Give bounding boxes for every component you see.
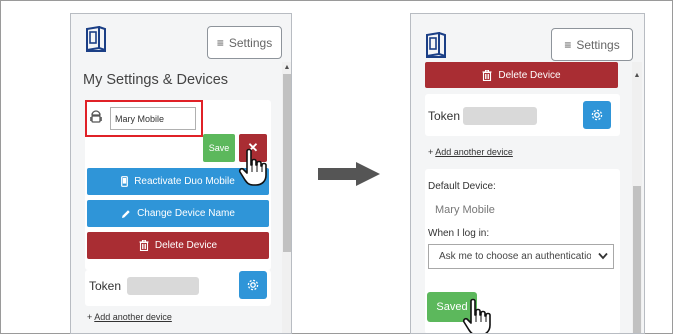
scroll-up-arrow[interactable]: ▲ xyxy=(633,72,641,80)
token-settings-button[interactable] xyxy=(239,271,267,299)
scroll-up-arrow[interactable]: ▲ xyxy=(283,64,291,72)
android-icon xyxy=(90,110,102,123)
token-label: Token xyxy=(428,109,461,123)
delete-label: Delete Device xyxy=(154,240,218,251)
page-title: My Settings & Devices xyxy=(83,72,229,88)
token-settings-button[interactable] xyxy=(583,101,611,129)
save-button[interactable]: Save xyxy=(203,134,235,162)
settings-panel-after: ≡ Settings ▲ Delete Device Token + Add a… xyxy=(410,13,645,334)
trash-icon xyxy=(139,240,149,251)
pointer-hand-icon xyxy=(462,298,491,333)
login-method-selected: Ask me to choose an authentication metho… xyxy=(439,251,591,262)
delete-device-button[interactable]: Delete Device xyxy=(87,232,269,259)
delete-label: Delete Device xyxy=(498,69,561,81)
settings-button-label: Settings xyxy=(228,35,273,50)
scrollbar[interactable]: ▲ xyxy=(632,62,642,333)
pointer-hand-icon xyxy=(238,148,267,186)
device-name-input[interactable]: Mary Mobile xyxy=(110,107,196,130)
add-device-plus: + xyxy=(87,312,93,322)
change-device-name-button[interactable]: Change Device Name xyxy=(87,200,269,227)
login-method-select[interactable]: Ask me to choose an authentication metho… xyxy=(428,244,614,269)
default-device-value: Mary Mobile xyxy=(435,204,495,216)
hamburger-icon: ≡ xyxy=(216,35,224,50)
scrollbar[interactable]: ▲ xyxy=(282,62,291,333)
token-value-field xyxy=(463,107,537,125)
settings-button-label: Settings xyxy=(576,37,620,52)
settings-button[interactable]: ≡ Settings xyxy=(207,26,282,59)
right-arrow-icon xyxy=(318,162,380,186)
scrollbar-thumb[interactable] xyxy=(633,186,641,333)
scrollbar-thumb[interactable] xyxy=(283,74,291,252)
add-device-label[interactable]: Add another device xyxy=(435,147,513,157)
phone-icon xyxy=(121,176,129,187)
trash-icon xyxy=(482,69,492,81)
pencil-icon xyxy=(122,209,130,218)
when-i-log-in-label: When I log in: xyxy=(428,228,490,239)
token-label: Token xyxy=(89,279,122,293)
add-another-device-link[interactable]: + Add another device xyxy=(428,147,513,157)
gear-icon xyxy=(247,279,259,291)
token-value-field xyxy=(127,277,199,295)
change-name-label: Change Device Name xyxy=(137,208,235,219)
delete-device-button[interactable]: Delete Device xyxy=(425,62,618,88)
default-device-label: Default Device: xyxy=(428,181,496,192)
settings-button[interactable]: ≡ Settings xyxy=(551,28,633,61)
settings-panel-before: ≡ Settings My Settings & Devices ▲ Mary … xyxy=(70,13,292,334)
duo-logo-icon xyxy=(426,32,446,58)
add-another-device-link[interactable]: + Add another device xyxy=(87,312,172,322)
duo-logo-icon xyxy=(86,26,106,52)
add-device-label[interactable]: Add another device xyxy=(94,312,172,322)
add-device-plus: + xyxy=(428,147,434,157)
gear-icon xyxy=(591,109,603,121)
reactivate-label: Reactivate Duo Mobile xyxy=(134,176,235,187)
hamburger-icon: ≡ xyxy=(564,37,572,52)
chevron-down-icon xyxy=(598,252,608,260)
